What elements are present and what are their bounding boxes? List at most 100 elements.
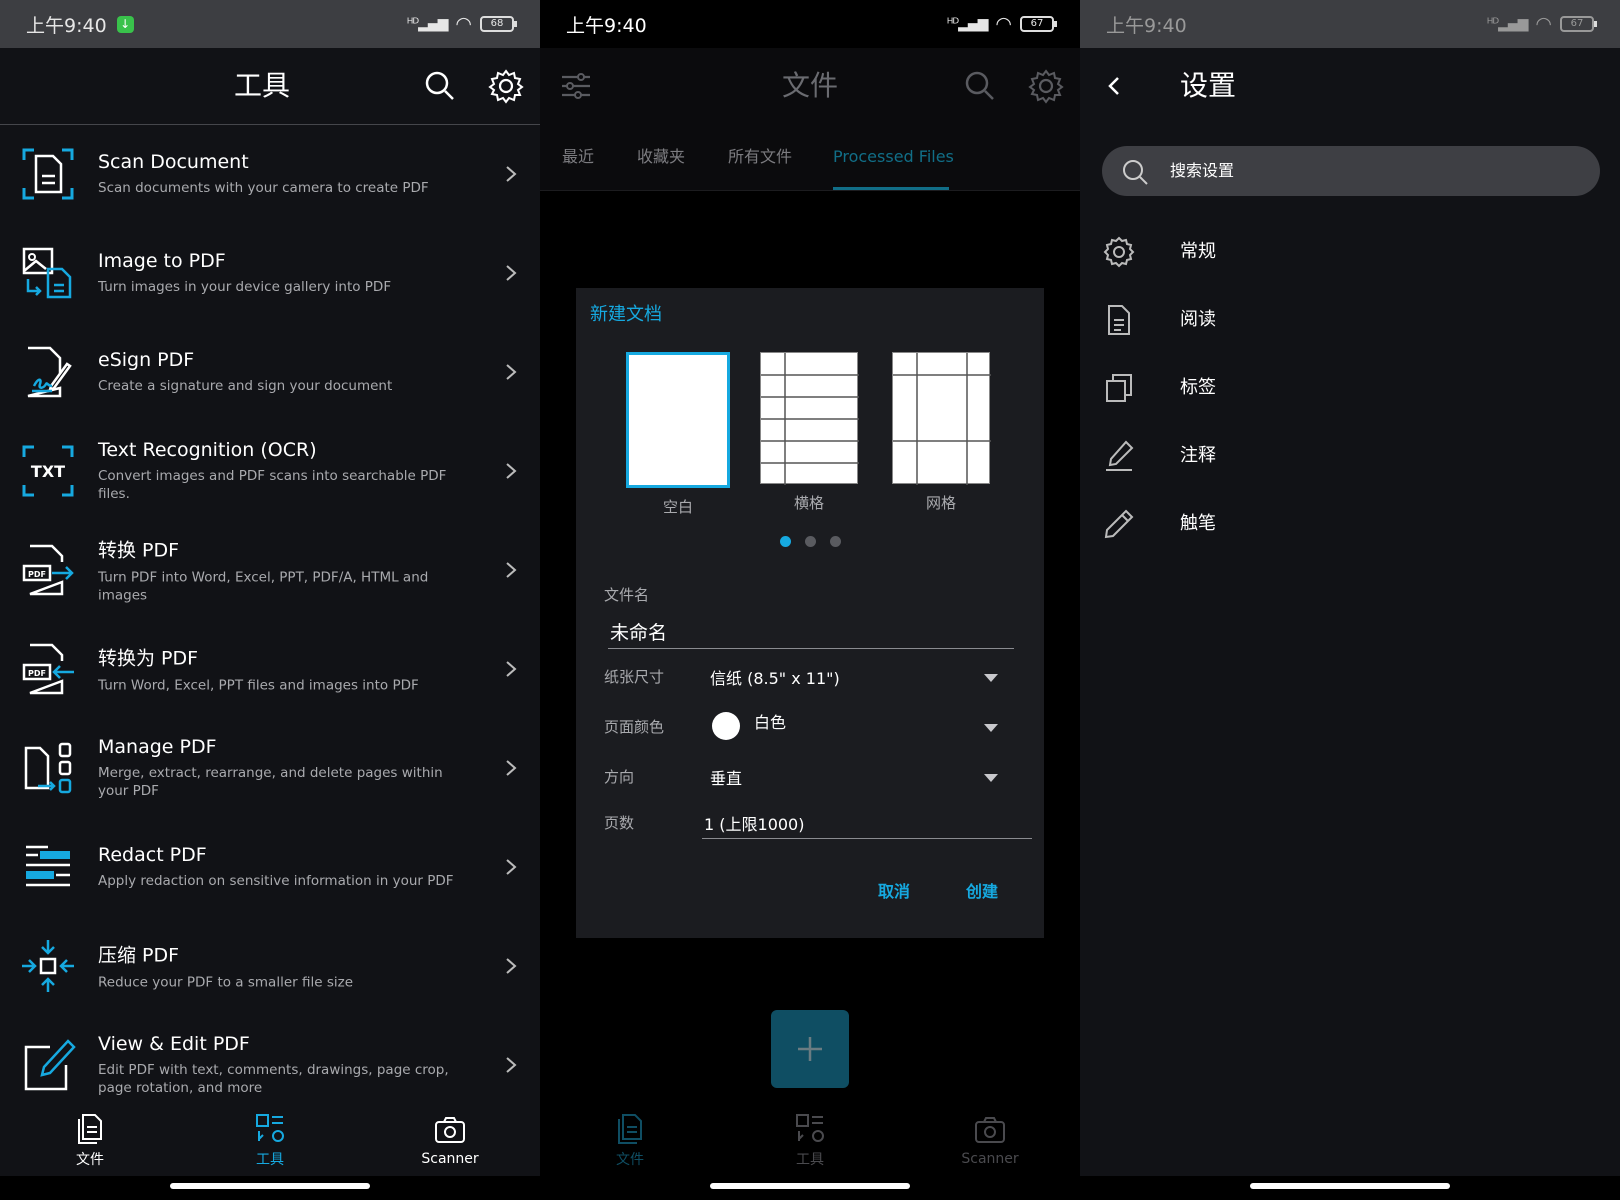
tool-subtitle: Turn images in your device gallery into … xyxy=(98,278,392,295)
tool-item-scan-document[interactable]: Scan Document Scan documents with your ca… xyxy=(0,124,540,223)
filename-underline xyxy=(608,648,1014,649)
filter-icon[interactable] xyxy=(556,66,596,106)
nav-scanner[interactable]: Scanner xyxy=(360,1104,540,1176)
tool-subtitle: Turn Word, Excel, PPT files and images i… xyxy=(98,677,419,693)
camera-icon xyxy=(435,1117,465,1143)
settings-search-input[interactable]: 搜索设置 xyxy=(1102,146,1600,196)
carousel-dot[interactable] xyxy=(829,536,841,547)
gear-icon[interactable] xyxy=(1026,66,1066,106)
svg-text:PDF: PDF xyxy=(28,669,46,678)
tool-item-redact-pdf[interactable]: Redact PDF Apply redaction on sensitive i… xyxy=(0,817,540,916)
cancel-button[interactable]: 取消 xyxy=(878,878,910,902)
tool-subtitle: Apply redaction on sensitive information… xyxy=(98,872,454,889)
carousel-dot[interactable] xyxy=(779,536,791,547)
tab-favorites[interactable]: 收藏夹 xyxy=(637,124,685,190)
chevron-right-icon xyxy=(506,264,517,281)
color-swatch[interactable] xyxy=(712,712,740,740)
template-blank[interactable]: 空白 xyxy=(626,352,730,517)
settings-screen: 上午9:40 ᴴᴰ▂▄▆ ◠ 67 设置 搜索设置 常规 阅读 标签 注释 触笔 xyxy=(1080,0,1620,1200)
settings-item-label: 阅读 xyxy=(1180,309,1216,330)
pages-input[interactable]: 1 (上限1000) xyxy=(704,811,804,835)
settings-item-annotations[interactable]: 注释 xyxy=(1080,422,1620,490)
template-label: 横格 xyxy=(793,494,824,512)
search-icon xyxy=(1123,160,1148,185)
tool-title: Manage PDF xyxy=(98,735,217,758)
tool-title: eSign PDF xyxy=(98,348,195,371)
status-time: 上午9:40 xyxy=(26,14,107,37)
search-icon[interactable] xyxy=(420,66,460,106)
home-indicator[interactable] xyxy=(1250,1183,1450,1189)
add-fab-button[interactable] xyxy=(771,1010,849,1088)
scan-document-icon xyxy=(20,146,76,202)
document-icon xyxy=(1108,305,1130,335)
nav-scanner[interactable]: Scanner xyxy=(900,1104,1080,1176)
home-indicator[interactable] xyxy=(710,1183,910,1189)
tool-subtitle: Merge, extract, rearrange, and delete pa… xyxy=(98,764,443,799)
tool-subtitle: Turn PDF into Word, Excel, PPT, PDF/A, H… xyxy=(98,569,429,603)
filename-input[interactable]: 未命名 xyxy=(610,618,667,645)
status-bar: 上午9:40 ᴴᴰ▂▄▆ ◠ 67 xyxy=(540,0,1080,48)
tool-item-convert-to-pdf[interactable]: PDF 转换为 PDF Turn Word, Excel, PPT files a… xyxy=(0,619,540,718)
carousel-dots xyxy=(576,536,1044,547)
orientation-select[interactable]: 垂直 xyxy=(710,765,742,789)
tool-item-manage-pdf[interactable]: Manage PDF Merge, extract, rearrange, and… xyxy=(0,718,540,817)
dropdown-arrow-icon[interactable] xyxy=(984,724,998,732)
convert-pdf-icon: PDF xyxy=(20,542,76,598)
chevron-right-icon xyxy=(506,1056,517,1073)
dropdown-arrow-icon[interactable] xyxy=(984,774,998,782)
wifi-icon: ◠ xyxy=(455,13,472,35)
camera-icon xyxy=(975,1117,1005,1143)
divider xyxy=(540,190,1080,191)
tab-all-files[interactable]: 所有文件 xyxy=(728,124,792,190)
tab-processed-files[interactable]: Processed Files xyxy=(833,124,954,190)
page-color-select[interactable]: 白色 xyxy=(754,709,786,733)
nav-tools[interactable]: 工具 xyxy=(180,1104,360,1176)
tool-title: View & Edit PDF xyxy=(98,1032,250,1055)
chevron-right-icon xyxy=(506,363,517,380)
create-button[interactable]: 创建 xyxy=(966,878,998,902)
compress-icon xyxy=(20,938,76,994)
settings-item-tabs[interactable]: 标签 xyxy=(1080,354,1620,422)
tab-recent[interactable]: 最近 xyxy=(562,124,594,190)
tool-item-view-edit-pdf[interactable]: View & Edit PDF Edit PDF with text, comme… xyxy=(0,1015,540,1114)
download-icon: ↓ xyxy=(116,15,134,33)
tools-icon xyxy=(796,1114,824,1142)
tool-item-ocr[interactable]: TXT Text Recognition (OCR) Convert images… xyxy=(0,421,540,520)
nav-label: 文件 xyxy=(76,1152,104,1168)
search-icon[interactable] xyxy=(960,66,1000,106)
ocr-txt-icon: TXT xyxy=(20,443,76,499)
status-time: 上午9:40 xyxy=(566,14,647,37)
convert-to-pdf-icon: PDF xyxy=(20,641,76,697)
tool-list: Scan Document Scan documents with your ca… xyxy=(0,124,540,1114)
settings-item-label: 标签 xyxy=(1180,377,1216,398)
back-arrow-icon[interactable] xyxy=(1094,66,1134,106)
tool-item-compress-pdf[interactable]: 压缩 PDF Reduce your PDF to a smaller file … xyxy=(0,916,540,1015)
settings-item-stylus[interactable]: 触笔 xyxy=(1080,490,1620,558)
chevron-right-icon xyxy=(506,561,517,578)
chevron-right-icon xyxy=(506,858,517,875)
chevron-right-icon xyxy=(506,660,517,677)
gear-icon[interactable] xyxy=(486,66,526,106)
signal-icon: ᴴᴰ▂▄▆ xyxy=(406,16,449,32)
dropdown-arrow-icon[interactable] xyxy=(984,674,998,682)
tool-subtitle: Edit PDF with text, comments, drawings, … xyxy=(98,1061,449,1096)
home-indicator[interactable] xyxy=(170,1183,370,1189)
nav-files[interactable]: 文件 xyxy=(540,1104,720,1176)
nav-tools[interactable]: 工具 xyxy=(720,1104,900,1176)
template-lined[interactable]: 横格 xyxy=(760,352,859,513)
settings-item-reading[interactable]: 阅读 xyxy=(1080,286,1620,354)
paper-size-select[interactable]: 信纸 (8.5" x 11") xyxy=(710,665,840,689)
carousel-dot[interactable] xyxy=(804,536,816,547)
tool-item-image-to-pdf[interactable]: Image to PDF Turn images in your device g… xyxy=(0,223,540,322)
manage-pdf-icon xyxy=(20,740,76,796)
tool-item-convert-pdf[interactable]: PDF 转换 PDF Turn PDF into Word, Excel, PPT… xyxy=(0,520,540,619)
status-bar: 上午9:40 ᴴᴰ▂▄▆ ◠ 67 xyxy=(1080,0,1620,48)
settings-item-general[interactable]: 常规 xyxy=(1080,218,1620,286)
battery-icon: 67 xyxy=(1560,16,1597,32)
nav-label: Scanner xyxy=(961,1151,1019,1167)
template-grid[interactable]: 网格 xyxy=(892,352,991,513)
tool-item-esign-pdf[interactable]: eSign PDF Create a signature and sign you… xyxy=(0,322,540,421)
tool-title: 转换为 PDF xyxy=(98,647,199,669)
nav-files[interactable]: 文件 xyxy=(0,1104,180,1176)
edit-pdf-icon xyxy=(20,1037,76,1093)
